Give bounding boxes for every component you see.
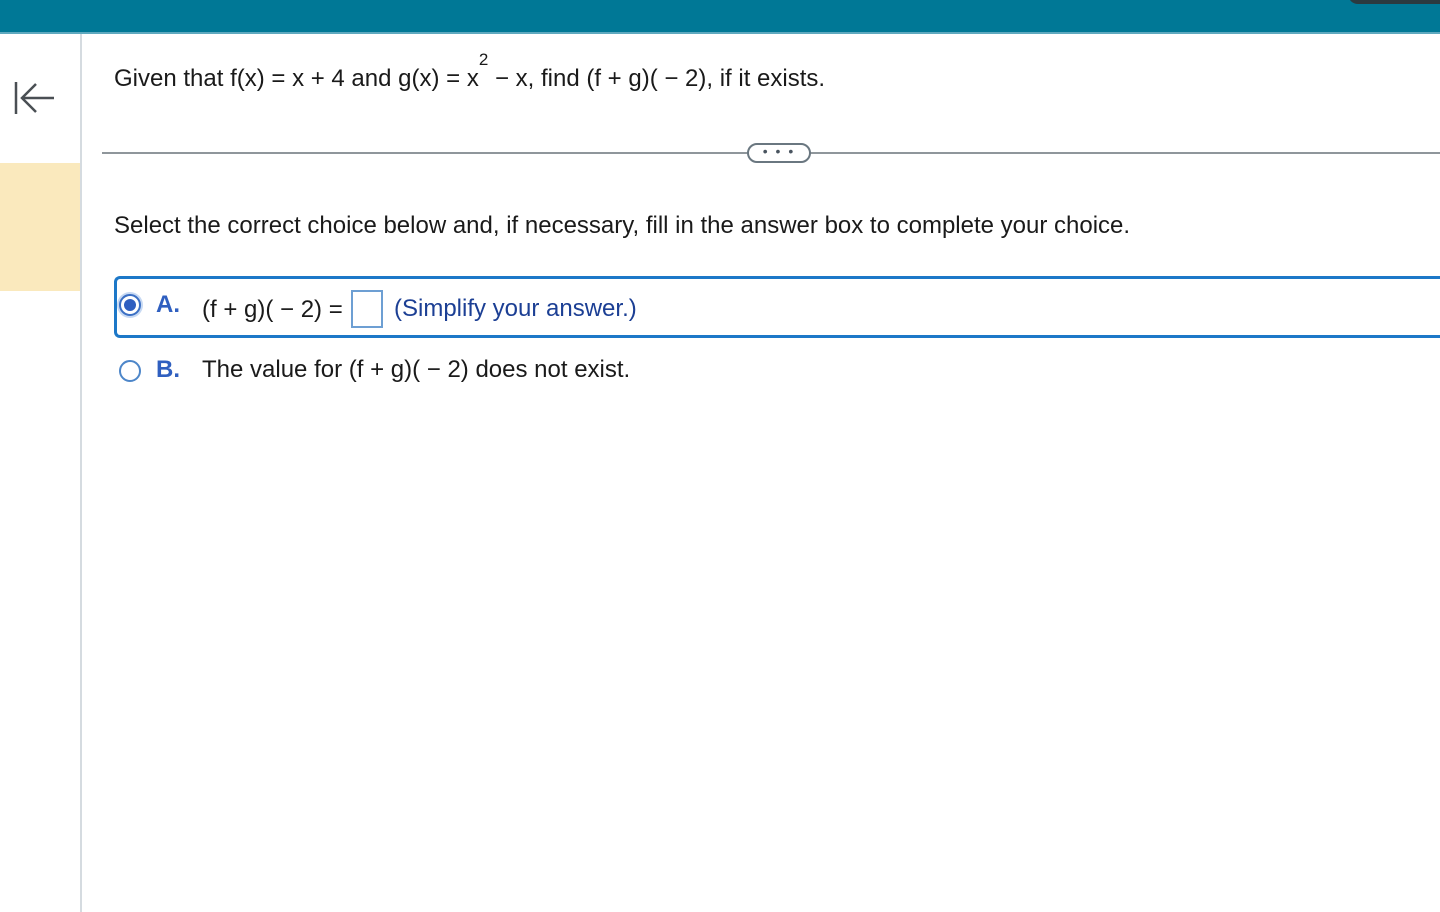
more-options-button[interactable]: • • • (747, 143, 811, 163)
choice-a-letter: A. (156, 291, 180, 318)
top-bar-corner (1348, 0, 1440, 4)
question-panel: Given that f(x) = x + 4 and g(x) = x2 − … (82, 34, 1440, 912)
collapse-left-icon (14, 82, 54, 114)
choice-a-text: (f + g)( − 2) = (202, 296, 343, 323)
collapse-sidebar-button[interactable] (10, 76, 60, 120)
top-bar (0, 0, 1440, 34)
choice-a-hint: (Simplify your answer.) (394, 295, 637, 322)
sidebar (0, 34, 82, 912)
instruction-text: Select the correct choice below and, if … (114, 212, 1131, 239)
choice-b-text: The value for (f + g)( − 2) does not exi… (202, 356, 631, 383)
question-text: Given that f(x) = x + 4 and g(x) = x2 − … (114, 51, 826, 94)
question-prefix: Given that f(x) = x + 4 and g(x) = x (114, 65, 479, 92)
question-exponent: 2 (478, 50, 489, 69)
choice-b-letter: B. (156, 356, 180, 383)
choice-a-radio[interactable] (119, 294, 141, 316)
answer-input[interactable] (351, 290, 383, 328)
question-suffix: − x, find (f + g)( − 2), if it exists. (488, 65, 826, 92)
current-question-marker (0, 163, 80, 291)
choice-b-radio[interactable] (119, 360, 141, 382)
